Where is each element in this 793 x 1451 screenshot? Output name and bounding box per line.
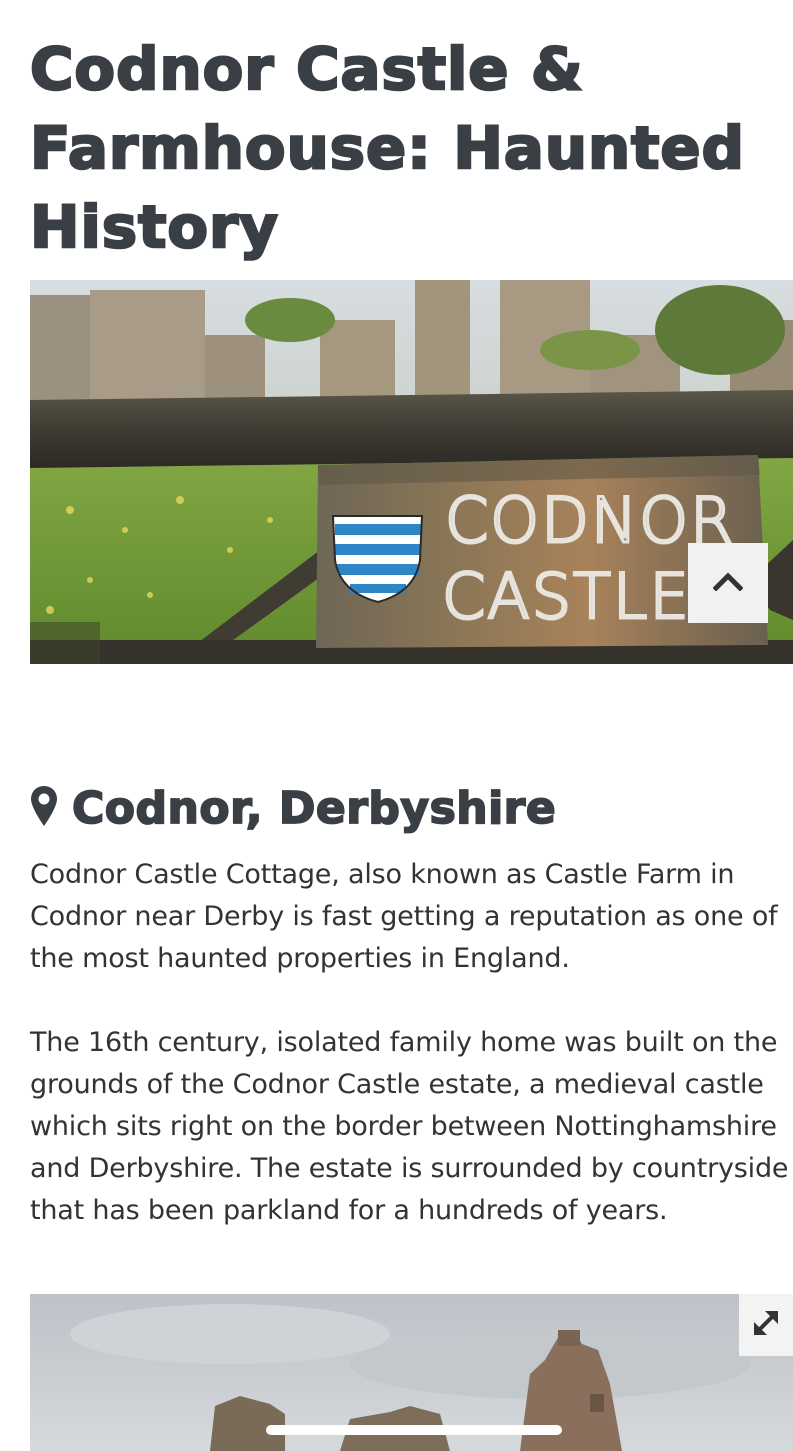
intro-paragraph: Codnor Castle Cottage, also known as Cas…: [30, 859, 778, 974]
location-heading: Codnor, Derbyshire: [30, 778, 557, 838]
chevron-up-icon: [712, 571, 744, 595]
hero-image[interactable]: CODNOR CASTLE: [30, 280, 793, 664]
map-pin-icon: [30, 785, 58, 831]
expand-arrows-icon: [751, 1308, 781, 1342]
sign-line-2: CASTLE: [442, 560, 691, 633]
location-title: Codnor, Derbyshire: [71, 782, 557, 835]
back-to-top-button[interactable]: [688, 543, 768, 623]
gallery-badge[interactable]: [30, 622, 100, 664]
home-indicator: [266, 1425, 562, 1435]
page-title: Codnor Castle & Farmhouse: Haunted Histo…: [29, 34, 745, 263]
history-paragraph: The 16th century, isolated family home w…: [30, 1027, 789, 1226]
expand-image-button[interactable]: [739, 1294, 793, 1356]
